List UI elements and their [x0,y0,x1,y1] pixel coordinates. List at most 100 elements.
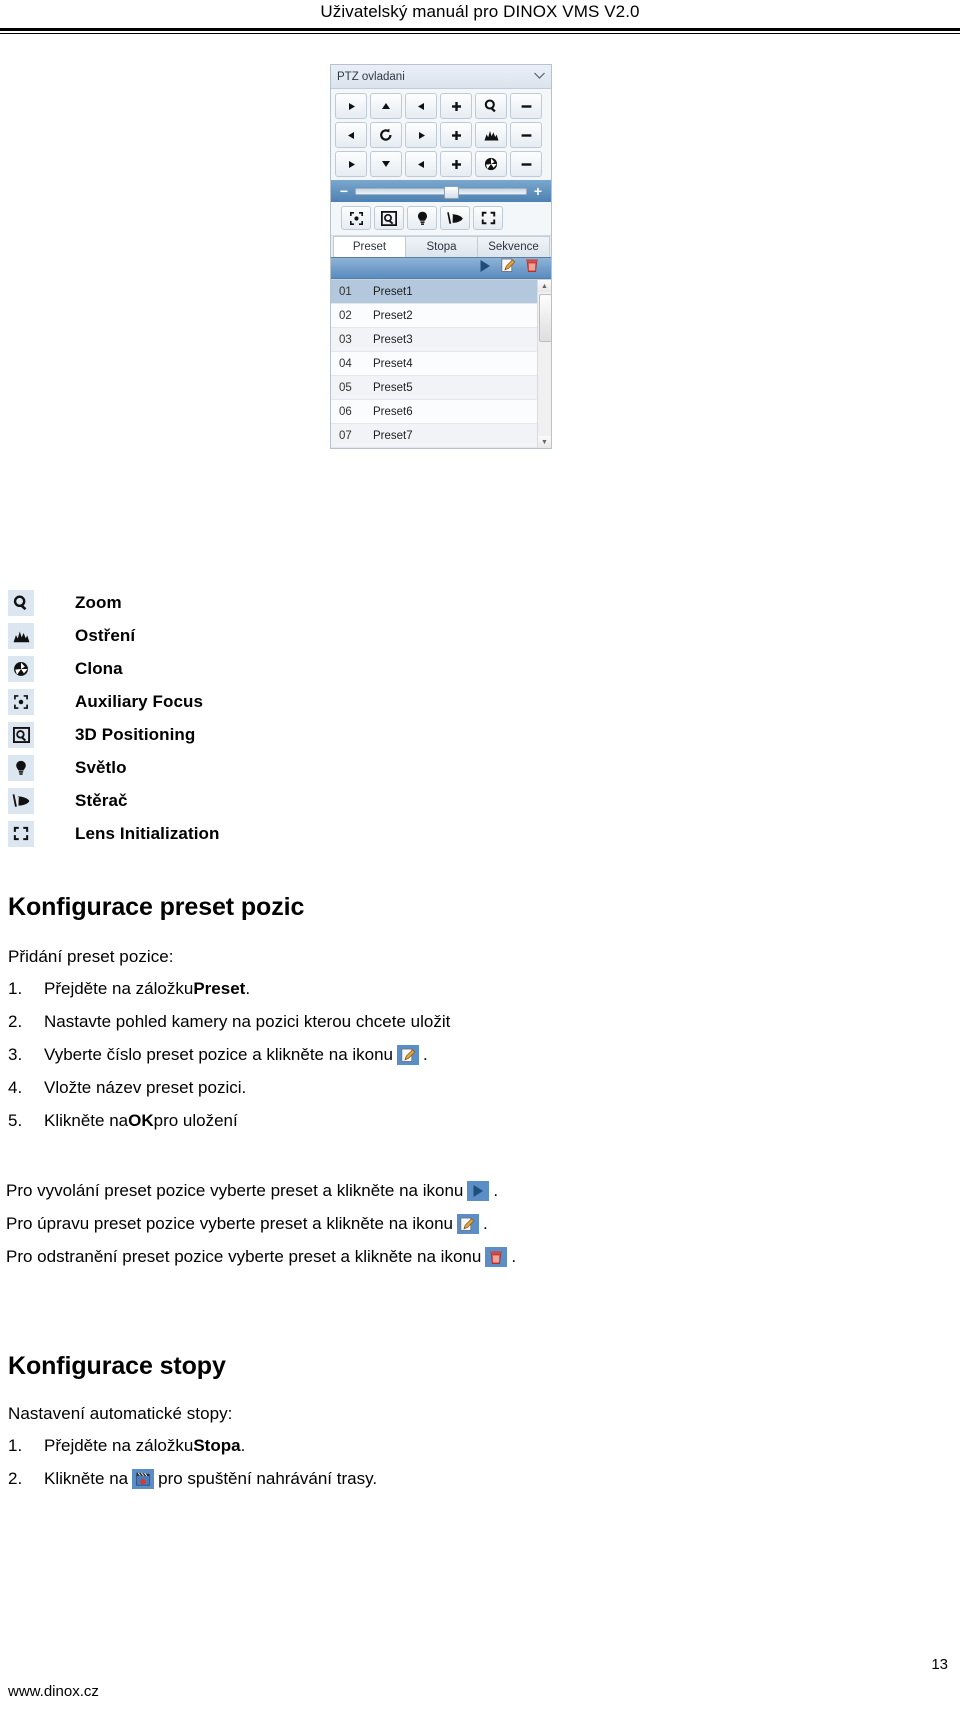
focus-icon [8,622,34,649]
step-number: 5. [8,1111,23,1130]
preset-index: 04 [339,357,352,370]
preset-name: Preset3 [373,333,413,346]
light-icon[interactable] [407,206,437,230]
list-item[interactable]: 05 Preset5 [331,376,537,400]
preset-name: Preset4 [373,357,413,370]
step-text: Vložte název preset pozici. [44,1078,247,1097]
legend-label: Auxiliary Focus [75,691,204,711]
delete-trash-icon [485,1247,508,1267]
list-item: 5. Klikněte na OK pro uložení [8,1111,450,1144]
preset-list-scrollbar[interactable]: ▲ ▼ [537,280,552,448]
step-text: Klikněte na OK pro uložení [44,1111,238,1130]
list-item[interactable]: 01 Preset1 [331,280,537,304]
slider-minus-label: − [339,183,349,199]
ptz-speed-slider[interactable]: − + [331,180,551,202]
note-period: . [482,1214,488,1233]
iris-minus-button[interactable] [510,151,542,177]
arrow-right-icon[interactable] [405,122,437,148]
legend-label: Stěrač [75,790,128,810]
step-text: Přejděte na záložku Stopa. [44,1436,246,1455]
ptz-preset-action-bar [331,257,551,279]
preset-index: 05 [339,381,352,394]
auto-scan-icon[interactable] [370,122,402,148]
list-item[interactable]: 07 Preset7 [331,424,537,448]
note-text: Pro vyvolání preset pozice vyberte prese… [6,1181,464,1200]
list-item[interactable]: 02 Preset2 [331,304,537,328]
lens-initialization-icon [8,820,34,847]
edit-pencil-icon[interactable] [501,258,516,278]
scrollbar-thumb[interactable] [539,294,552,342]
legend-label: Světlo [75,757,127,777]
focus-icon[interactable] [475,122,507,148]
legend-row-3d-positioning: 3D Positioning [8,718,468,751]
arrow-left-icon[interactable] [335,122,367,148]
scroll-up-arrow-icon[interactable]: ▲ [538,280,551,292]
step-number: 2. [8,1469,23,1488]
header-rule-thin [0,33,960,34]
legend-label: Lens Initialization [75,823,220,843]
zoom-minus-button[interactable] [510,93,542,119]
chevron-down-icon[interactable] [534,72,545,81]
note-edit-preset: Pro úpravu preset pozice vyberte preset … [6,1214,488,1234]
list-item: 3. Vyberte číslo preset pozice a kliknět… [8,1045,450,1078]
arrow-down-right-icon[interactable] [405,151,437,177]
ptz-direction-pad [331,89,551,177]
ptz-panel-titlebar: PTZ ovladani [331,65,551,89]
preset-name: Preset1 [373,285,413,298]
preset-name: Preset6 [373,405,413,418]
running-header-title: Uživatelský manuál pro DINOX VMS V2.0 [320,2,640,21]
ptz-preset-list[interactable]: 01 Preset1 02 Preset2 03 Preset3 04 Pres… [331,279,552,448]
tab-sekvence[interactable]: Sekvence [477,236,550,257]
step-number: 2. [8,1012,23,1031]
iris-plus-button[interactable] [440,151,472,177]
ptz-tool-row [331,202,551,235]
note-period: . [493,1181,499,1200]
ptz-tab-strip: Preset Stopa Sekvence [331,235,551,257]
slider-track[interactable] [355,185,527,199]
slider-thumb[interactable] [444,185,460,199]
arrow-up-right-icon[interactable] [405,93,437,119]
list-item[interactable]: 03 Preset3 [331,328,537,352]
scroll-down-arrow-icon[interactable]: ▼ [538,436,551,448]
focus-minus-button[interactable] [510,122,542,148]
legend-row-zoom: Zoom [8,586,468,619]
zoom-icon [8,589,34,616]
note-period: . [511,1247,517,1266]
section-heading-track: Konfigurace stopy [8,1352,226,1380]
tab-preset[interactable]: Preset [333,236,406,257]
list-item: 1. Přejděte na záložku Preset. [8,979,450,1012]
auxiliary-focus-icon[interactable] [341,206,371,230]
arrow-down-icon[interactable] [370,151,402,177]
arrow-up-icon[interactable] [370,93,402,119]
arrow-up-left-icon[interactable] [335,93,367,119]
note-text: Pro odstranění preset pozice vyberte pre… [6,1247,482,1266]
light-icon [8,754,34,781]
zoom-plus-button[interactable] [440,93,472,119]
step-text: Klikněte na pro spuštění nahrávání trasy… [44,1469,378,1489]
list-item[interactable]: 06 Preset6 [331,400,537,424]
list-item: 1. Přejděte na záložku Stopa. [8,1436,377,1469]
document-running-header: Uživatelský manuál pro DINOX VMS V2.0 [0,0,960,38]
slider-plus-label: + [533,183,543,199]
delete-trash-icon[interactable] [525,258,539,278]
3d-positioning-icon[interactable] [374,206,404,230]
auxiliary-focus-icon [8,688,34,715]
iris-icon[interactable] [475,151,507,177]
preset-name: Preset7 [373,429,413,442]
note-goto-preset: Pro vyvolání preset pozice vyberte prese… [6,1181,498,1201]
zoom-icon[interactable] [475,93,507,119]
tab-stopa[interactable]: Stopa [405,236,478,257]
play-icon[interactable] [478,259,492,278]
list-item[interactable]: 04 Preset4 [331,352,537,376]
ptz-control-panel-figure: PTZ ovladani − + Preset Stopa Sekvence 0… [330,64,552,449]
wiper-icon[interactable] [440,206,470,230]
legend-label: 3D Positioning [75,724,196,744]
edit-pencil-icon [456,1214,479,1234]
header-rule-thick [0,28,960,31]
legend-row-focus: Ostření [8,619,468,652]
focus-plus-button[interactable] [440,122,472,148]
presets-step-list: 1. Přejděte na záložku Preset. 2. Nastav… [8,979,450,1144]
wiper-icon [8,787,34,814]
arrow-down-left-icon[interactable] [335,151,367,177]
lens-initialization-icon[interactable] [473,206,503,230]
